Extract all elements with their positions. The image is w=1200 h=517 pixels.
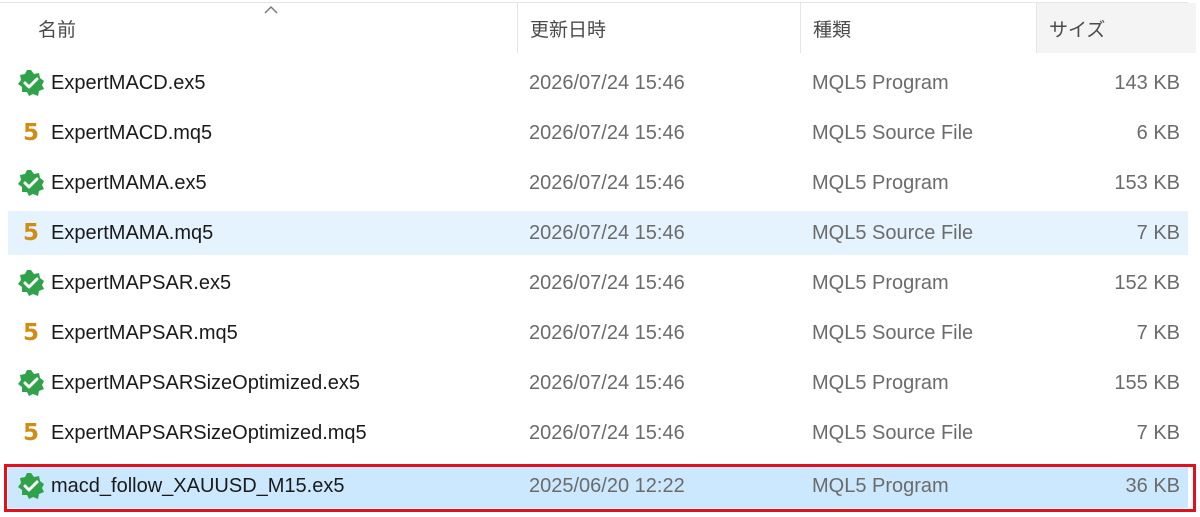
file-name: macd_follow_XAUUSD_M15.ex5 — [51, 474, 345, 497]
file-size: 7 KB — [1136, 321, 1180, 344]
file-name: ExpertMACD.mq5 — [51, 121, 213, 144]
mql5-source-icon: 5 — [22, 219, 39, 246]
file-date-modified: 2026/07/24 15:46 — [529, 221, 685, 244]
column-header-size[interactable]: サイズ — [1036, 3, 1196, 53]
file-size: 36 KB — [1125, 474, 1180, 497]
file-date-modified: 2026/07/24 15:46 — [529, 371, 685, 394]
file-type: MQL5 Program — [812, 474, 949, 497]
file-name: ExpertMAMA.ex5 — [51, 171, 207, 194]
file-type: MQL5 Program — [812, 171, 949, 194]
file-row[interactable]: ExpertMAPSAR.ex5 2026/07/24 15:46 MQL5 P… — [8, 261, 1188, 305]
file-date-modified: 2026/07/24 15:46 — [529, 171, 685, 194]
file-date-modified: 2025/06/20 12:22 — [529, 474, 685, 497]
file-type: MQL5 Source File — [812, 121, 974, 144]
file-type: MQL5 Source File — [812, 221, 974, 244]
file-row[interactable]: ExpertMAMA.ex5 2026/07/24 15:46 MQL5 Pro… — [8, 161, 1188, 205]
column-header-type[interactable]: 種類 — [800, 3, 1036, 53]
file-type: MQL5 Program — [812, 271, 949, 294]
column-header-row: 名前 更新日時 種類 サイズ — [0, 3, 1196, 53]
file-size: 6 KB — [1136, 121, 1180, 144]
file-row[interactable]: ExpertMAPSARSizeOptimized.ex5 2026/07/24… — [8, 361, 1188, 405]
mql5-source-icon: 5 — [22, 119, 39, 146]
file-type: MQL5 Source File — [812, 421, 974, 444]
mql5-source-icon: 5 — [22, 319, 39, 346]
mql5-program-icon — [16, 464, 46, 508]
file-row[interactable]: 5 ExpertMAPSARSizeOptimized.mq5 2026/07/… — [8, 411, 1188, 455]
file-date-modified: 2026/07/24 15:46 — [529, 271, 685, 294]
file-name: ExpertMAPSARSizeOptimized.ex5 — [51, 371, 361, 394]
file-name: ExpertMACD.ex5 — [51, 71, 206, 94]
mql5-program-icon — [16, 61, 46, 105]
column-header-name[interactable]: 名前 — [0, 3, 517, 53]
file-type: MQL5 Program — [812, 371, 949, 394]
file-name: ExpertMAPSAR.mq5 — [51, 321, 238, 344]
file-size: 152 KB — [1114, 271, 1180, 294]
column-header-date-modified[interactable]: 更新日時 — [517, 3, 800, 53]
file-size: 143 KB — [1114, 71, 1180, 94]
file-size: 7 KB — [1136, 221, 1180, 244]
file-name: ExpertMAPSAR.ex5 — [51, 271, 232, 294]
file-size: 153 KB — [1114, 171, 1180, 194]
file-date-modified: 2026/07/24 15:46 — [529, 121, 685, 144]
mql5-source-icon: 5 — [22, 419, 39, 446]
file-type: MQL5 Source File — [812, 321, 974, 344]
file-row[interactable]: ExpertMACD.ex5 2026/07/24 15:46 MQL5 Pro… — [8, 61, 1188, 105]
file-date-modified: 2026/07/24 15:46 — [529, 321, 685, 344]
file-row-selected[interactable]: macd_follow_XAUUSD_M15.ex5 2025/06/20 12… — [8, 464, 1188, 508]
file-date-modified: 2026/07/24 15:46 — [529, 421, 685, 444]
file-name: ExpertMAPSARSizeOptimized.mq5 — [51, 421, 367, 444]
file-row[interactable]: 5 ExpertMACD.mq5 2026/07/24 15:46 MQL5 S… — [8, 111, 1188, 155]
file-name: ExpertMAMA.mq5 — [51, 221, 214, 244]
mql5-program-icon — [16, 161, 46, 205]
file-row[interactable]: 5 ExpertMAPSAR.mq5 2026/07/24 15:46 MQL5… — [8, 311, 1188, 355]
file-size: 7 KB — [1136, 421, 1180, 444]
file-row-hovered[interactable]: 5 ExpertMAMA.mq5 2026/07/24 15:46 MQL5 S… — [8, 211, 1188, 255]
file-date-modified: 2026/07/24 15:46 — [529, 71, 685, 94]
file-type: MQL5 Program — [812, 71, 949, 94]
mql5-program-icon — [16, 361, 46, 405]
mql5-program-icon — [16, 261, 46, 305]
file-size: 155 KB — [1114, 371, 1180, 394]
